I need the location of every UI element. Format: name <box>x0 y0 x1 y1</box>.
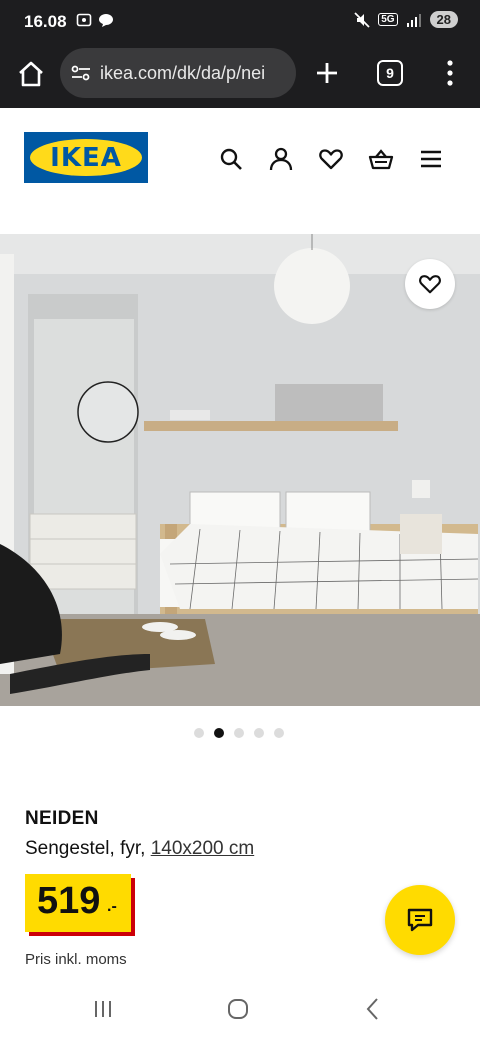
status-time: 16.08 <box>24 12 67 31</box>
chat-icon <box>407 908 433 932</box>
product-size-link[interactable]: 140x200 cm <box>151 838 255 859</box>
address-bar[interactable]: ikea.com/dk/da/p/nei <box>60 48 296 98</box>
screenshot-icon <box>76 13 92 27</box>
account-icon[interactable] <box>268 146 294 172</box>
ikea-logo[interactable]: IKEA <box>24 132 148 183</box>
signal-icon <box>406 13 421 27</box>
battery-indicator: 28 <box>429 11 458 28</box>
system-nav-bar <box>0 985 480 1040</box>
heart-icon <box>419 275 441 294</box>
add-to-favourites-button[interactable] <box>405 259 455 309</box>
chat-button[interactable] <box>385 885 455 955</box>
url-text: ikea.com/dk/da/p/nei <box>100 62 266 83</box>
logo-text: IKEA <box>50 143 122 173</box>
product-description: Sengestel, fyr, 140x200 cm <box>25 838 254 860</box>
more-vertical-icon[interactable] <box>440 58 460 88</box>
carousel-dot[interactable] <box>234 728 244 738</box>
bedroom-illustration <box>0 234 480 706</box>
mute-icon <box>354 11 370 28</box>
price-suffix: .- <box>107 898 117 915</box>
status-bar: 16.08 5G 28 <box>0 0 480 44</box>
network-type: 5G <box>378 13 398 26</box>
product-image[interactable] <box>0 234 480 706</box>
recent-apps-icon[interactable] <box>88 995 118 1023</box>
product-name: NEIDEN <box>25 808 99 829</box>
browser-toolbar: ikea.com/dk/da/p/nei 9 <box>0 44 480 108</box>
carousel-indicator <box>194 728 284 738</box>
tab-count: 9 <box>386 65 394 81</box>
menu-icon[interactable] <box>418 146 444 172</box>
plus-icon[interactable] <box>312 58 342 88</box>
site-header: IKEA <box>0 108 480 234</box>
search-icon[interactable] <box>218 146 244 172</box>
product-type: Sengestel, fyr, <box>25 838 146 859</box>
price-note: Pris inkl. moms <box>25 951 127 968</box>
carousel-dot[interactable] <box>254 728 264 738</box>
home-circle-icon[interactable] <box>223 995 253 1023</box>
carousel-dot[interactable] <box>274 728 284 738</box>
tab-switcher-button[interactable]: 9 <box>377 60 403 86</box>
back-icon[interactable] <box>358 995 388 1023</box>
price-tag: 519 .- <box>25 874 131 932</box>
status-right: 5G 28 <box>354 11 458 28</box>
heart-icon[interactable] <box>318 146 344 172</box>
carousel-dot[interactable] <box>214 728 224 738</box>
basket-icon[interactable] <box>368 146 394 172</box>
site-settings-icon[interactable] <box>70 63 92 83</box>
carousel-dot[interactable] <box>194 728 204 738</box>
header-icons <box>218 146 444 172</box>
chat-bubble-icon <box>99 14 113 27</box>
home-icon[interactable] <box>16 59 46 89</box>
status-left-icons <box>76 12 114 28</box>
price-value: 519 <box>37 880 101 922</box>
